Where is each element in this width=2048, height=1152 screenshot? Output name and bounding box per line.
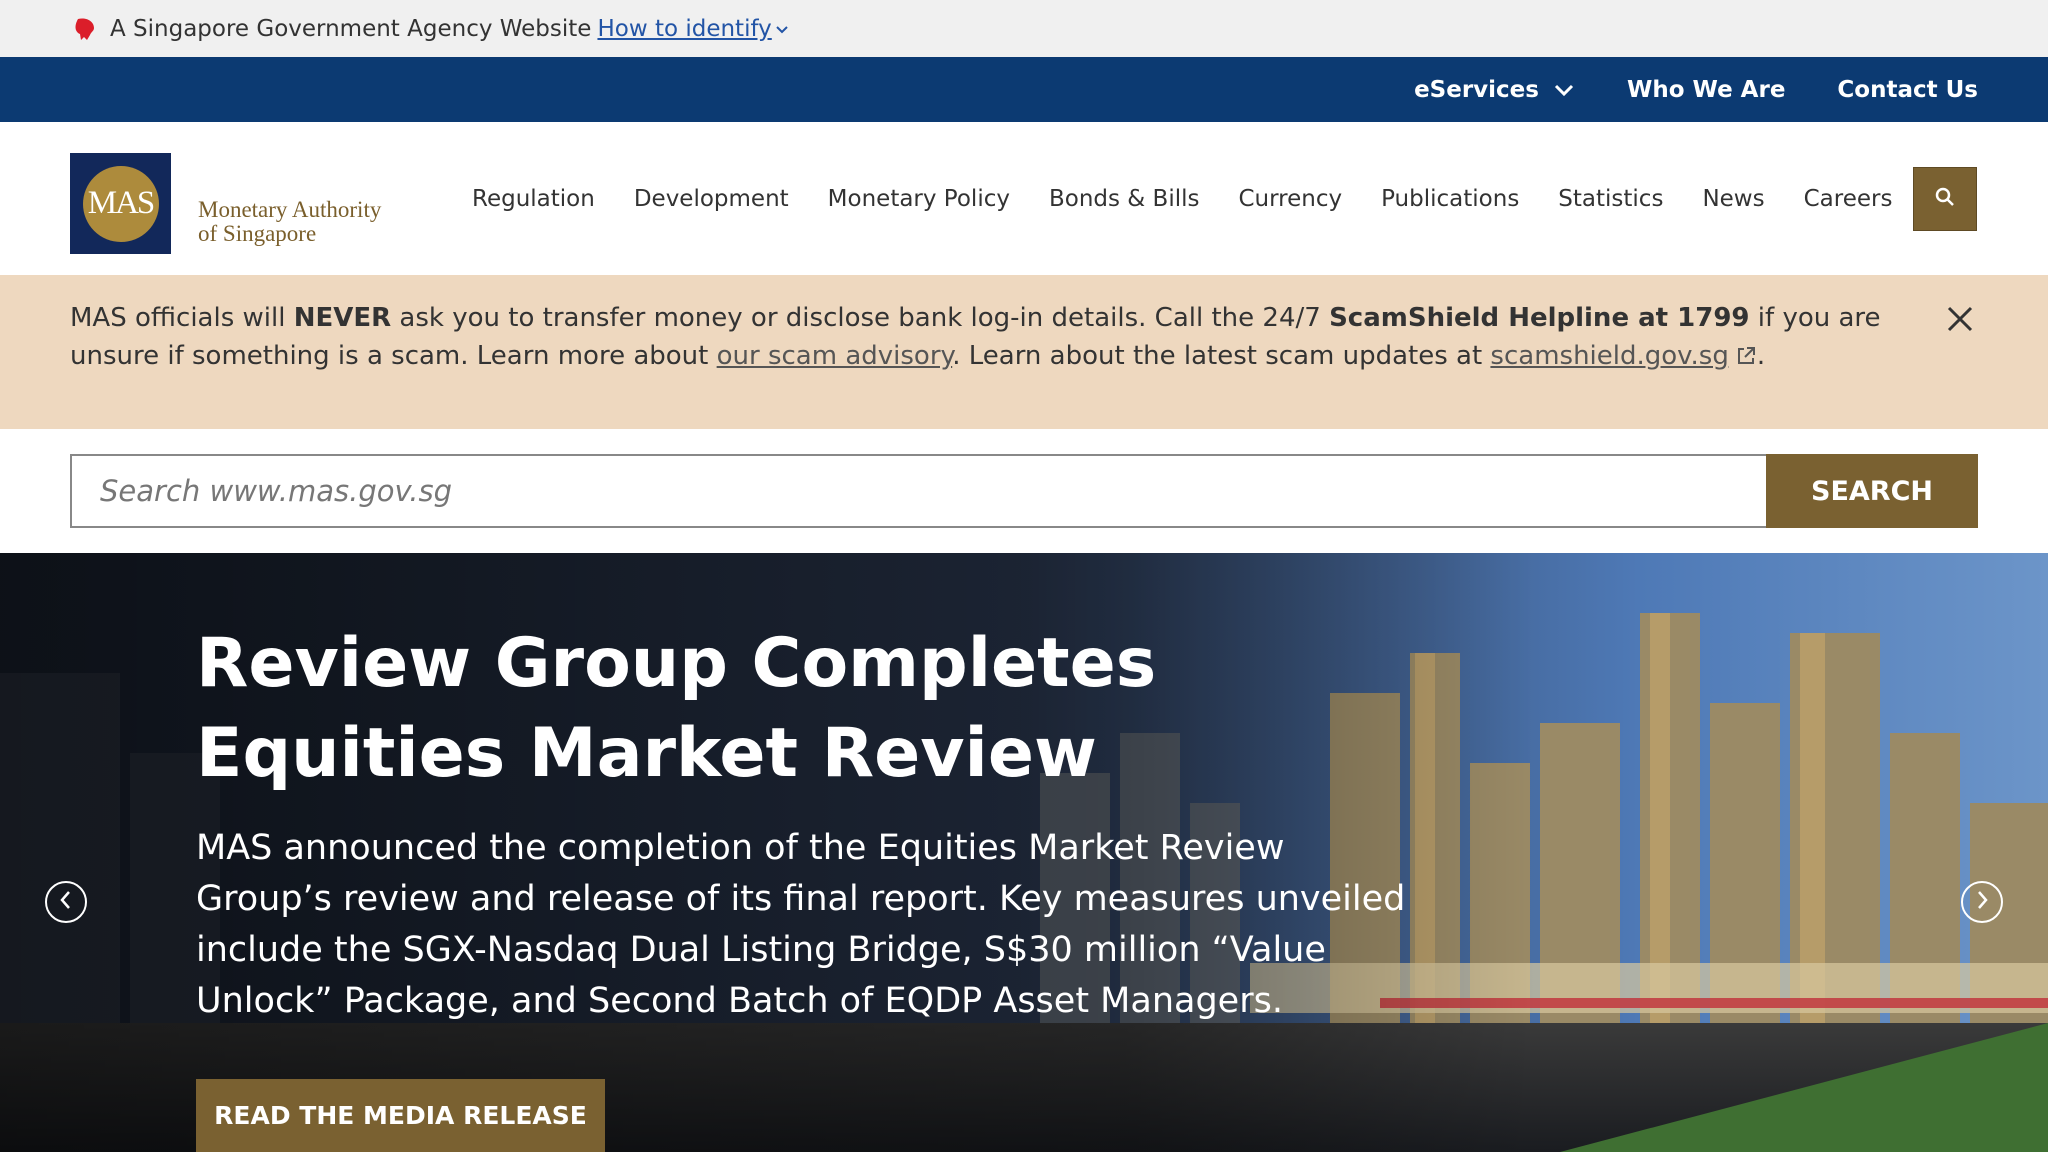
eservices-menu[interactable]: eServices [1414, 77, 1575, 103]
alert-helpline: ScamShield Helpline at 1799 [1329, 303, 1750, 333]
chevron-down-icon [1553, 83, 1575, 97]
nav-news[interactable]: News [1702, 186, 1764, 212]
masthead-text: A Singapore Government Agency Website [110, 15, 592, 42]
alert-never: NEVER [293, 303, 392, 333]
hero-description: MAS announced the completion of the Equi… [196, 828, 1406, 1021]
read-media-release-button[interactable]: READ THE MEDIA RELEASE [196, 1079, 605, 1152]
chevron-down-icon [775, 24, 789, 34]
scam-alert-banner: MAS officials will NEVER ask you to tran… [0, 275, 2048, 429]
site-search: SEARCH [70, 454, 1978, 528]
how-to-identify-label: How to identify [597, 15, 772, 42]
logo-name-line2: of Singapore [198, 221, 317, 246]
utility-nav: eServices Who We Are Contact Us [0, 57, 2048, 122]
alert-text-1: MAS officials will [70, 303, 294, 333]
hero-carousel: Review Group Completes Equities Market R… [0, 553, 2048, 1152]
nav-bonds-bills[interactable]: Bonds & Bills [1049, 186, 1200, 212]
nav-statistics[interactable]: Statistics [1558, 186, 1663, 212]
carousel-prev-button[interactable] [45, 881, 87, 923]
search-submit-button[interactable]: SEARCH [1766, 454, 1978, 528]
close-icon [1945, 304, 1975, 339]
main-nav: Regulation Development Monetary Policy B… [472, 122, 1931, 275]
nav-currency[interactable]: Currency [1238, 186, 1342, 212]
nav-publications[interactable]: Publications [1381, 186, 1519, 212]
main-header: MAS Monetary Authority of Singapore Regu… [0, 122, 2048, 275]
scamshield-link[interactable]: scamshield.gov.sg [1490, 341, 1728, 371]
eservices-label: eServices [1414, 76, 1539, 103]
search-icon [1934, 186, 1956, 213]
alert-text-4: . Learn about the latest scam updates at [952, 341, 1491, 371]
nav-careers[interactable]: Careers [1804, 186, 1893, 212]
logo-emblem: MAS [70, 153, 171, 254]
contact-us-link[interactable]: Contact Us [1837, 77, 1978, 103]
logo-wordmark: Monetary Authority of Singapore [198, 198, 381, 246]
logo-circle: MAS [82, 165, 159, 242]
government-masthead: A Singapore Government Agency Website Ho… [0, 0, 2048, 57]
mas-logo[interactable]: MAS Monetary Authority of Singapore [70, 153, 381, 254]
hero-title: Review Group Completes Equities Market R… [196, 624, 1157, 793]
close-alert-button[interactable] [1940, 301, 1980, 341]
alert-text-2: ask you to transfer money or disclose ba… [391, 303, 1330, 333]
header-search-button[interactable] [1913, 167, 1977, 231]
chevron-right-icon [1973, 889, 1991, 916]
who-we-are-link[interactable]: Who We Are [1627, 77, 1785, 103]
nav-regulation[interactable]: Regulation [472, 186, 595, 212]
scam-advisory-link[interactable]: our scam advisory [717, 341, 953, 371]
carousel-next-button[interactable] [1961, 881, 2003, 923]
nav-monetary-policy[interactable]: Monetary Policy [828, 186, 1010, 212]
nav-development[interactable]: Development [634, 186, 789, 212]
alert-text-5: . [1756, 341, 1766, 371]
how-to-identify-link[interactable]: How to identify [597, 16, 788, 42]
search-input[interactable] [70, 454, 1766, 528]
chevron-left-icon [57, 889, 75, 916]
logo-name-line1: Monetary Authority [198, 197, 382, 222]
scam-alert-text: MAS officials will NEVER ask you to tran… [70, 299, 1930, 375]
lion-head-icon [72, 16, 98, 42]
external-link-icon [1735, 345, 1757, 367]
